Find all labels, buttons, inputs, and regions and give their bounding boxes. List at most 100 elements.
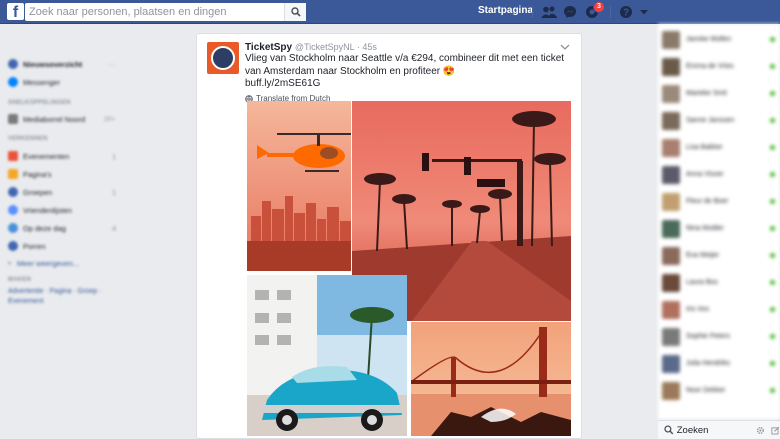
contact-avatar — [662, 355, 680, 373]
sidebar-see-more[interactable]: ▾ Meer weergeven... — [8, 256, 79, 270]
contact-avatar — [662, 166, 680, 184]
contact-avatar — [662, 220, 680, 238]
newsfeed-icon — [8, 59, 18, 69]
author-avatar[interactable] — [207, 42, 239, 74]
chat-contact[interactable]: Iris Vos — [662, 300, 777, 320]
search-icon — [290, 7, 301, 17]
sidebar-item-shortcut[interactable]: Mediaborrel Noord 20+ — [8, 112, 115, 126]
contact-name: Laura Bos — [686, 279, 718, 286]
chat-sidebar: Jannke Mollen Emma de Vries Marieke Smit Sa… — [658, 24, 780, 419]
online-status-icon — [770, 307, 775, 312]
contact-name: Julia Hendriks — [686, 360, 730, 367]
chat-contact[interactable]: Sanne Janssen — [662, 111, 777, 131]
new-message-icon[interactable] — [771, 426, 780, 435]
settings-icon[interactable] — [756, 426, 765, 435]
sidebar-item-newsfeed[interactable]: Nieuwsoverzicht ··· — [8, 57, 116, 71]
contact-name: Sanne Janssen — [686, 117, 735, 124]
chat-contact[interactable]: Julia Hendriks — [662, 354, 777, 374]
post-text-block: Vlieg van Stockholm naar Seattle v/a €29… — [245, 53, 577, 91]
facebook-logo[interactable]: f — [7, 3, 24, 21]
chat-contact[interactable]: Fleur de Boer — [662, 192, 777, 212]
chevron-down-icon: ▾ — [8, 260, 12, 267]
groups-icon — [8, 187, 18, 197]
post-link[interactable]: buff.ly/2mSE61G — [245, 78, 577, 91]
author-handle: @TicketSpyNL · 45s — [294, 42, 377, 52]
contact-name: Jannke Mollen — [686, 36, 732, 43]
sidebar-item-label: Groepen — [23, 187, 53, 197]
home-link[interactable]: Startpagina — [478, 5, 533, 16]
group-avatar-icon — [8, 114, 18, 124]
sidebar-item-events[interactable]: Evenementen 1 — [8, 149, 116, 163]
create-header: MAKEN — [8, 277, 31, 283]
chat-contact[interactable]: Lisa Bakker — [662, 138, 777, 158]
chat-search-label[interactable]: Zoeken — [677, 425, 709, 436]
contact-avatar — [662, 193, 680, 211]
contact-avatar — [662, 85, 680, 103]
item-count: 20+ — [104, 115, 116, 123]
sidebar-item-label: Nieuwsoverzicht — [23, 59, 83, 69]
sidebar-item-groups[interactable]: Groepen 1 — [8, 185, 116, 199]
contact-name: Noor Dekker — [686, 387, 726, 394]
search-input[interactable] — [25, 3, 280, 21]
contact-avatar — [662, 31, 680, 49]
notifications-badge: 3 — [593, 1, 605, 13]
post-author-line: TicketSpy @TicketSpyNL · 45s — [245, 42, 377, 53]
item-count: 1 — [112, 187, 117, 197]
chat-search-bar[interactable]: Zoeken — [658, 420, 780, 439]
sidebar-item-on-this-day[interactable]: Op deze dag 4 — [8, 221, 116, 235]
sidebar-item-label: Pagina's — [23, 169, 52, 179]
online-status-icon — [770, 334, 775, 339]
chevron-down-icon[interactable] — [636, 4, 652, 20]
calendar-icon — [8, 151, 18, 161]
contact-avatar — [662, 382, 680, 400]
create-links[interactable]: Advertentie · Pagina · Groep · Evenement — [8, 287, 118, 307]
topbar-divider-2 — [610, 6, 611, 18]
online-status-icon — [770, 361, 775, 366]
messenger-icon[interactable] — [562, 4, 578, 20]
poke-icon — [8, 241, 18, 251]
chat-contact[interactable]: Emma de Vries — [662, 57, 777, 77]
sidebar-item-pokes[interactable]: Porren — [8, 239, 46, 253]
contact-name: Iris Vos — [686, 306, 709, 313]
sidebar-item-label: Mediaborrel Noord — [23, 114, 86, 124]
helicopter-city-photo[interactable] — [247, 101, 351, 271]
photo-collage — [247, 101, 571, 436]
author-name[interactable]: TicketSpy — [245, 42, 292, 53]
top-bar: f Startpagina 3 ? — [0, 0, 780, 24]
contact-name: Nina Mulder — [686, 225, 724, 232]
friends-icon[interactable] — [541, 4, 557, 20]
explore-header: VERKENNEN — [8, 136, 48, 142]
sidebar-item-friend-lists[interactable]: Vriendenlijsten — [8, 203, 72, 217]
sidebar-item-label: Evenementen — [23, 151, 70, 161]
contact-avatar — [662, 58, 680, 76]
see-more-link[interactable]: Meer weergeven... — [17, 259, 79, 268]
online-status-icon — [770, 118, 775, 123]
chat-contact[interactable]: Eva Meijer — [662, 246, 777, 266]
search-button[interactable] — [284, 3, 306, 21]
shortcuts-header: SNELKOPPELINGEN — [8, 100, 71, 106]
online-status-icon — [770, 280, 775, 285]
chat-contact[interactable]: Noor Dekker — [662, 381, 777, 401]
vintage-car-photo[interactable] — [247, 275, 407, 436]
chat-contact[interactable]: Sophie Peters — [662, 327, 777, 347]
chat-contact[interactable]: Jannke Mollen — [662, 30, 777, 50]
chat-contact[interactable]: Marieke Smit — [662, 84, 777, 104]
contact-name: Marieke Smit — [686, 90, 727, 97]
sidebar-item-label: Op deze dag — [23, 223, 66, 233]
contact-name: Lisa Bakker — [686, 144, 723, 151]
chat-contact[interactable]: Laura Bos — [662, 273, 777, 293]
sidebar-item-pages[interactable]: Pagina's — [8, 167, 52, 181]
sidebar-item-messenger[interactable]: Messenger — [8, 75, 60, 89]
golden-gate-bridge-photo[interactable] — [411, 322, 571, 436]
more-options-icon[interactable]: ··· — [108, 60, 116, 69]
flag-icon — [8, 169, 18, 179]
search-box — [25, 3, 306, 21]
post-options-icon[interactable] — [559, 42, 571, 52]
contact-name: Eva Meijer — [686, 252, 720, 259]
chat-contact[interactable]: Anna Visser — [662, 165, 777, 185]
chat-contact[interactable]: Nina Mulder — [662, 219, 777, 239]
sidebar-item-label: Porren — [23, 241, 46, 251]
contact-avatar — [662, 301, 680, 319]
contact-name: Fleur de Boer — [686, 198, 729, 205]
help-icon[interactable]: ? — [618, 4, 634, 20]
